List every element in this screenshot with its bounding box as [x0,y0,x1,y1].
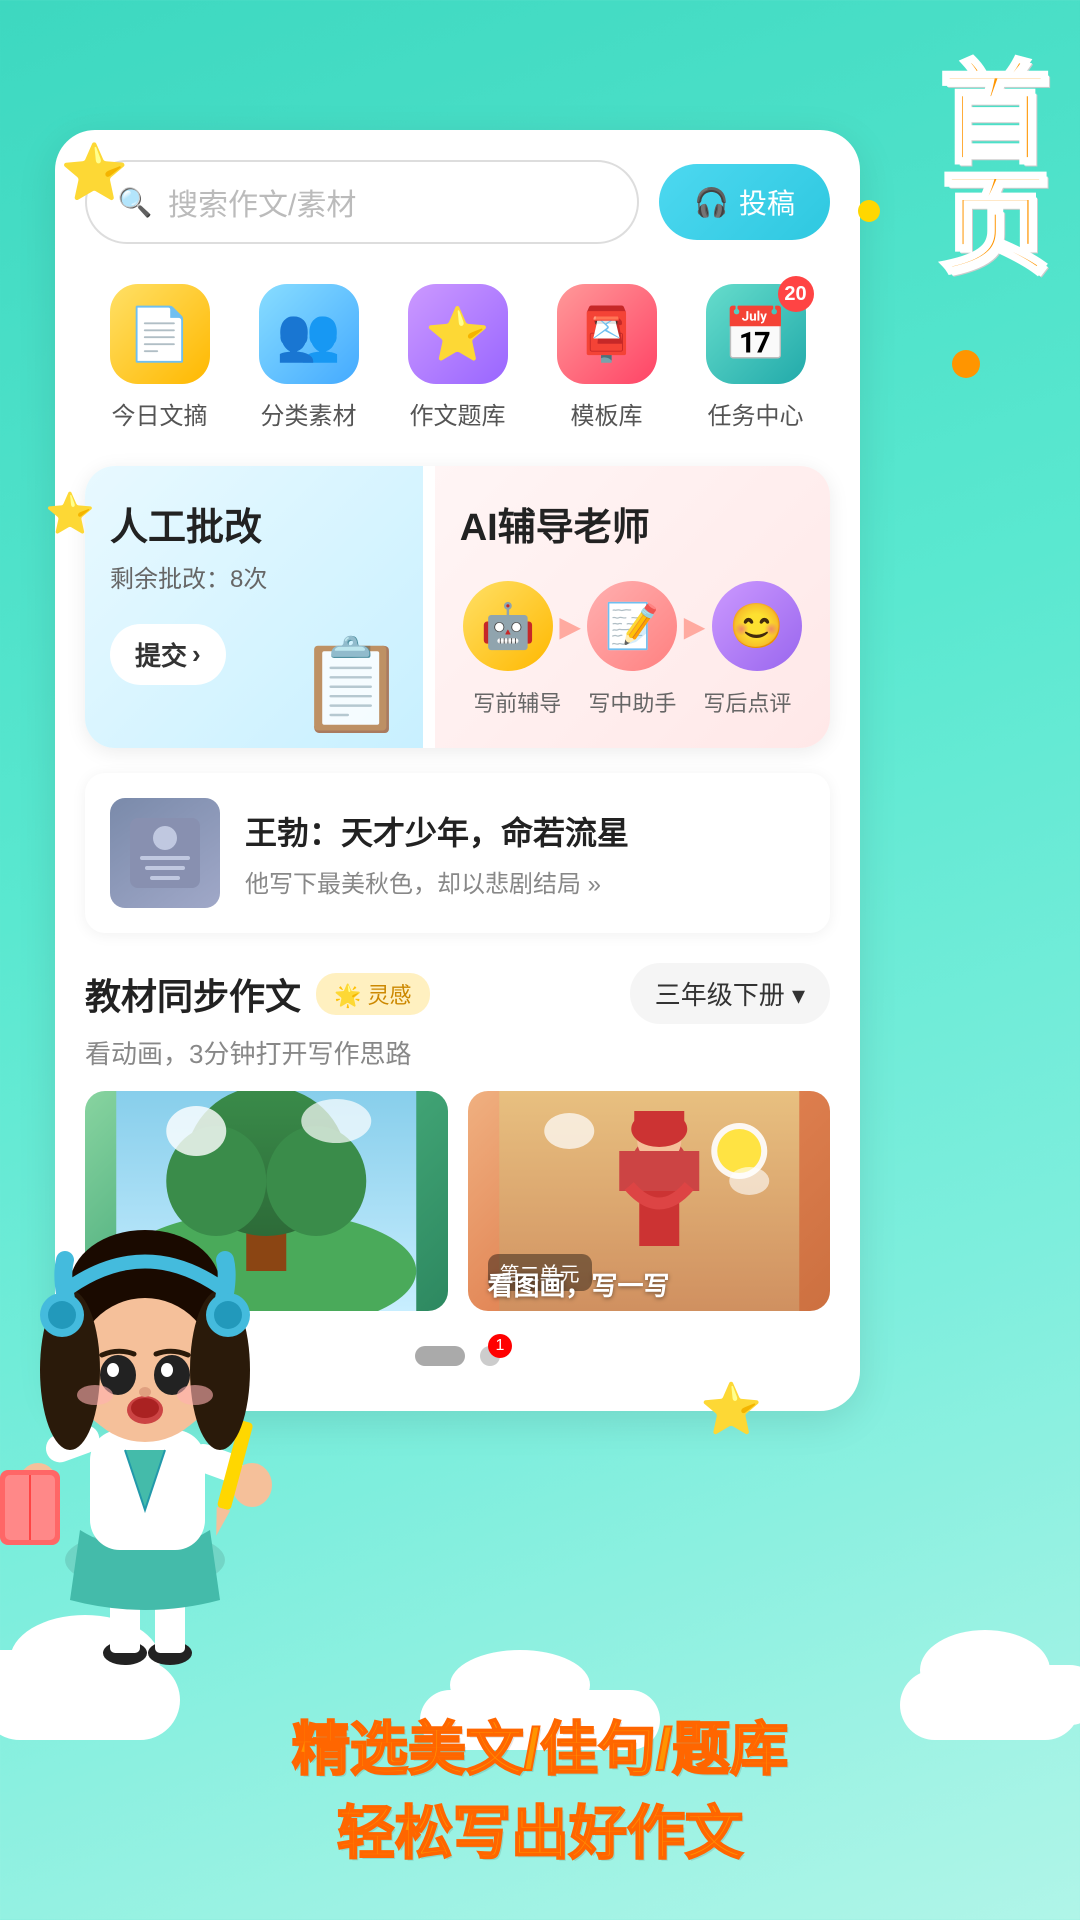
article-highlight[interactable]: 王勃：天才少年，命若流星 他写下最美秋色，却以悲剧结局 » [85,773,830,933]
textbook-header-row: 教材同步作文 🌟 灵感 三年级下册 ▾ [85,963,830,1024]
ai-step-2-label: 写中助手 [587,686,677,718]
ai-step-labels-row: 写前辅导 写中助手 写后点评 [460,686,805,718]
tagline-line-2: 轻松写出好作文 [0,1786,1080,1870]
grade-select[interactable]: 三年级下册 ▾ [630,963,830,1024]
ai-tutor-card[interactable]: AI辅导老师 🤖 ▶ 📝 ▶ 😊 写前辅导 写中助手 写后点评 [435,466,830,748]
tasks-badge: 20 [778,276,814,312]
submit-icon: 🎧 [694,186,729,219]
submit-label: 投稿 [739,182,795,222]
divider [428,466,430,748]
daily-label: 今日文摘 [112,396,208,431]
article-subtitle-text: 他写下最美秋色，却以悲剧结局 » [245,864,629,899]
textbook-title-row: 教材同步作文 🌟 灵感 [85,968,430,1020]
textbook-title-text: 教材同步作文 [85,968,301,1020]
ai-step-2-icon: 📝 [587,581,677,671]
nav-icon-category[interactable]: 👥 分类素材 [259,284,359,431]
nav-dot-badge: 1 [488,1334,512,1358]
ai-step-3-label: 写后点评 [702,686,792,718]
title-char-1: 首 [940,60,1050,170]
daily-icon-box: 📄 [110,284,210,384]
templates-label: 模板库 [571,396,643,431]
article-title-text: 王勃：天才少年，命若流星 [245,808,629,854]
submit-action-label: 提交 [135,636,187,673]
deco-star-1: ⭐ [60,140,128,205]
nav-dot-active [415,1346,465,1366]
textbook-subtitle-text: 看动画，3分钟打开写作思路 [85,1034,830,1071]
textbook-card-2[interactable]: 第二单元 看图画，写一写 [468,1091,831,1311]
tagline-line-1: 精选美文/佳句/题库 [0,1702,1080,1786]
category-icon-box: 👥 [259,284,359,384]
manual-subtitle: 剩余批改：8次 [110,559,398,594]
article-text-content: 王勃：天才少年，命若流星 他写下最美秋色，却以悲剧结局 » [245,808,629,899]
submit-action-button[interactable]: 提交 › [110,624,226,685]
bottom-tagline: 精选美文/佳句/题库 轻松写出好作文 [0,1702,1080,1870]
ai-step-3-icon: 😊 [712,581,802,671]
templates-icon-box: 📮 [557,284,657,384]
submit-button[interactable]: 🎧 投稿 [659,164,830,240]
tasks-label: 任务中心 [708,396,804,431]
tasks-icon-box: 📅 20 [706,284,806,384]
submit-action-arrow: › [192,639,201,670]
deco-star-2: ⭐ [45,490,95,537]
topics-icon-box: ⭐ [408,284,508,384]
ai-arrow-1: ▶ [559,610,581,643]
nav-icon-tasks[interactable]: 📅 20 任务中心 [706,284,806,431]
nav-dot-inactive: 1 [480,1346,500,1366]
search-row: 🔍 搜索作文/素材 🎧 投稿 [85,160,830,244]
ai-arrow-2: ▶ [684,610,706,643]
nav-icon-daily[interactable]: 📄 今日文摘 [110,284,210,431]
deco-star-3: ⭐ [700,1380,762,1439]
textbook-badge-tag: 🌟 灵感 [316,973,430,1015]
manual-doc-illustration: 📋 [296,633,408,738]
card-2-label: 看图画，写一写 [488,1266,811,1303]
ai-steps-row: 🤖 ▶ 📝 ▶ 😊 [460,581,805,671]
ai-step-1-label: 写前辅导 [472,686,562,718]
page-title-decoration: 首 页 [940,60,1050,280]
search-placeholder-text: 搜索作文/素材 [168,180,356,224]
article-thumbnail [110,798,220,908]
deco-dot-1 [858,200,880,222]
ai-title: AI辅导老师 [460,496,805,551]
deco-dot-2 [952,350,980,378]
icon-grid: 📄 今日文摘 👥 分类素材 ⭐ 作文题库 📮 模板库 📅 20 任务中心 [85,284,830,431]
topics-label: 作文题库 [410,396,506,431]
correction-section: 人工批改 剩余批改：8次 提交 › 📋 AI辅导老师 🤖 ▶ 📝 ▶ 😊 写前辅… [85,466,830,748]
title-char-2: 页 [940,170,1050,280]
nav-icon-templates[interactable]: 📮 模板库 [557,284,657,431]
manual-title: 人工批改 [110,496,398,551]
nav-icon-topics[interactable]: ⭐ 作文题库 [408,284,508,431]
category-label: 分类素材 [261,396,357,431]
search-bar[interactable]: 🔍 搜索作文/素材 [85,160,639,244]
manual-correction-card[interactable]: 人工批改 剩余批改：8次 提交 › 📋 [85,466,423,748]
ai-step-1-icon: 🤖 [463,581,553,671]
character-illustration [0,1140,320,1690]
